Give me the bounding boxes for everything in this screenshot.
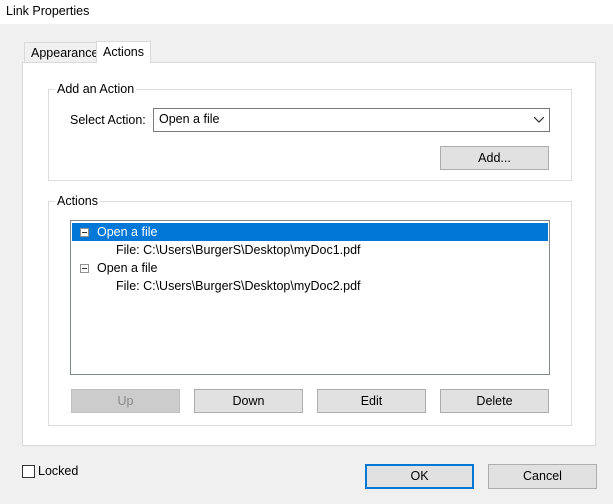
cancel-button[interactable]: Cancel [488, 464, 597, 489]
tree-item-action-2[interactable]: Open a file [72, 259, 548, 277]
select-action-label: Select Action: [70, 113, 146, 127]
actions-tree[interactable]: Open a file File: C:\Users\BurgerS\Deskt… [70, 220, 550, 375]
up-button[interactable]: Up [71, 389, 180, 413]
delete-button[interactable]: Delete [440, 389, 549, 413]
locked-checkbox[interactable] [22, 465, 35, 478]
select-action-value: Open a file [159, 112, 220, 126]
tree-item-detail-1[interactable]: File: C:\Users\BurgerS\Desktop\myDoc1.pd… [72, 241, 548, 259]
tab-actions[interactable]: Actions [96, 41, 151, 63]
tree-item-action-1[interactable]: Open a file [72, 223, 548, 241]
ok-button[interactable]: OK [365, 464, 474, 489]
edit-button[interactable]: Edit [317, 389, 426, 413]
add-button[interactable]: Add... [440, 146, 549, 170]
add-action-group-label: Add an Action [55, 82, 137, 96]
collapse-icon[interactable] [80, 264, 89, 273]
tab-appearance[interactable]: Appearance [24, 42, 106, 63]
collapse-icon[interactable] [80, 228, 89, 237]
actions-group-label: Actions [55, 194, 100, 208]
locked-label: Locked [38, 464, 79, 478]
select-action-dropdown[interactable]: Open a file [153, 108, 550, 132]
window-title: Link Properties [0, 0, 613, 24]
chevron-down-icon [534, 117, 544, 123]
down-button[interactable]: Down [194, 389, 303, 413]
tree-item-detail-2[interactable]: File: C:\Users\BurgerS\Desktop\myDoc2.pd… [72, 277, 548, 295]
